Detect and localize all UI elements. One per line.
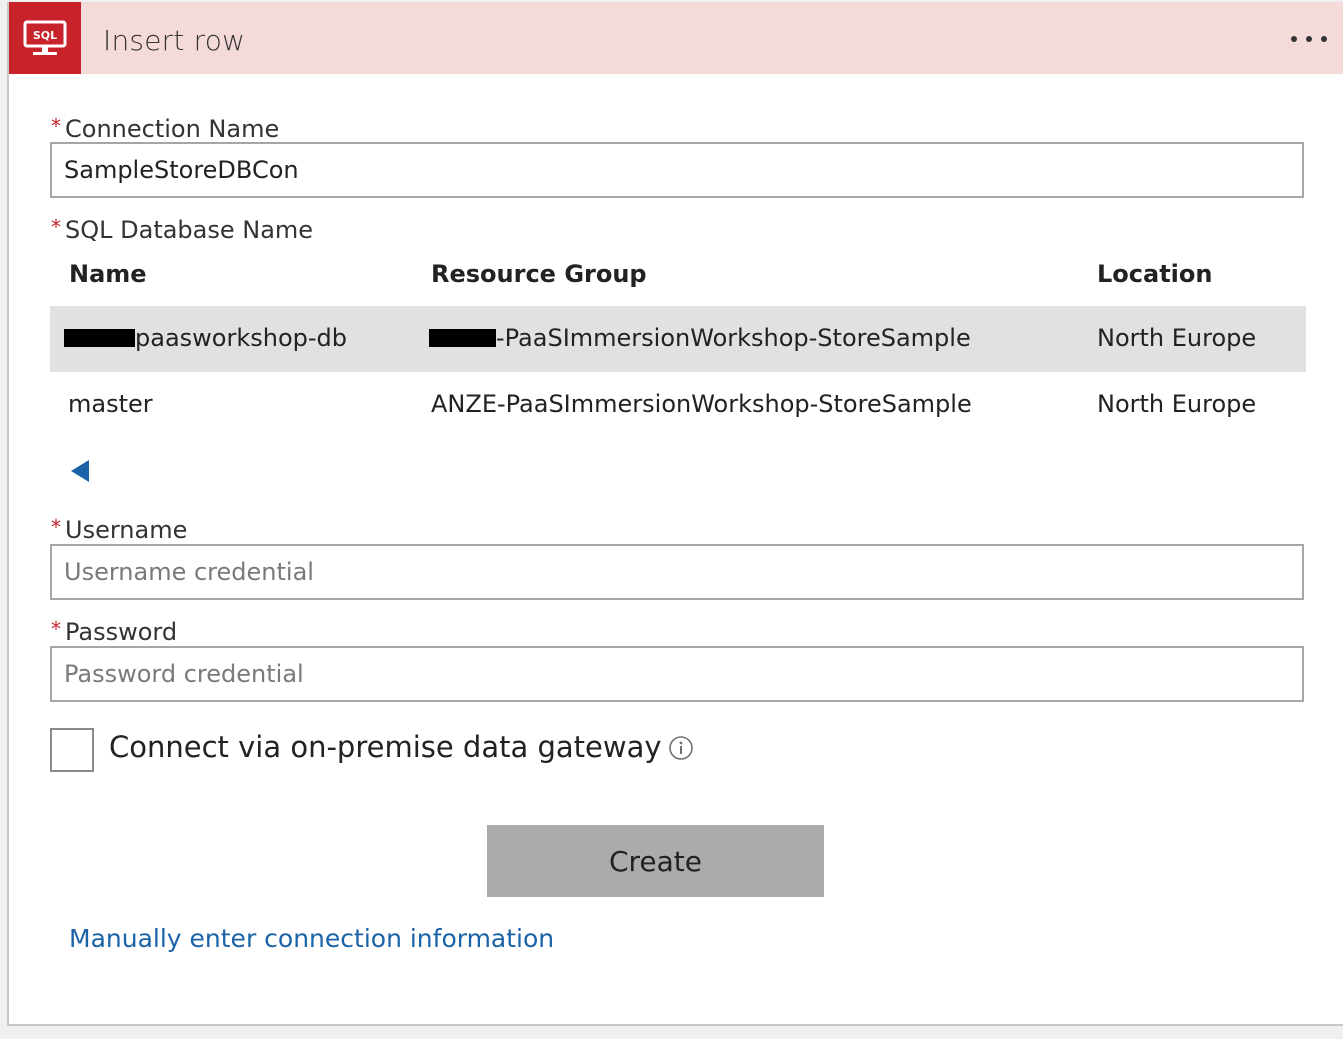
required-marker: * (51, 515, 61, 539)
password-input[interactable] (50, 646, 1304, 702)
sql-database-name-label: * SQL Database Name (51, 215, 314, 244)
column-header-location: Location (1097, 260, 1213, 288)
sql-connector-tile: SQL (9, 2, 81, 74)
connection-name-label: * Connection Name (51, 114, 280, 143)
gateway-checkbox[interactable] (50, 728, 94, 772)
column-header-name: Name (69, 260, 147, 288)
required-marker: * (51, 215, 61, 239)
database-row[interactable]: paasworkshop-db -PaaSImmersionWorkshop-S… (50, 306, 1306, 372)
connection-name-input[interactable] (50, 142, 1304, 198)
more-horizontal-icon[interactable] (1289, 24, 1329, 52)
resource-group-cell: -PaaSImmersionWorkshop-StoreSample (429, 324, 971, 352)
column-header-resource-group: Resource Group (431, 260, 647, 288)
required-marker: * (51, 617, 61, 641)
manual-connection-link[interactable]: Manually enter connection information (69, 924, 554, 953)
card-header: SQL Insert row (9, 2, 1343, 74)
card-title: Insert row (103, 24, 246, 57)
location-cell: North Europe (1097, 390, 1257, 418)
triangle-left-icon[interactable] (69, 458, 93, 484)
redaction-block (429, 329, 496, 347)
resource-group-cell: ANZE-PaaSImmersionWorkshop-StoreSample (431, 390, 972, 418)
username-label: * Username (51, 515, 188, 544)
redaction-block (64, 329, 135, 347)
username-input[interactable] (50, 544, 1304, 600)
database-name-cell: paasworkshop-db (64, 324, 347, 352)
location-cell: North Europe (1097, 324, 1257, 352)
sql-monitor-icon: SQL (23, 20, 67, 55)
database-name-cell: master (68, 390, 153, 418)
database-row[interactable]: master ANZE-PaaSImmersionWorkshop-StoreS… (50, 372, 1306, 438)
create-button[interactable]: Create (487, 825, 824, 897)
password-label: * Password (51, 617, 178, 646)
info-icon[interactable] (668, 735, 694, 761)
required-marker: * (51, 114, 61, 138)
gateway-checkbox-label: Connect via on-premise data gateway (109, 730, 662, 764)
sql-tile-label: SQL (33, 29, 57, 42)
insert-row-card: SQL Insert row *Connection Name *SQL Dat… (7, 2, 1343, 1026)
